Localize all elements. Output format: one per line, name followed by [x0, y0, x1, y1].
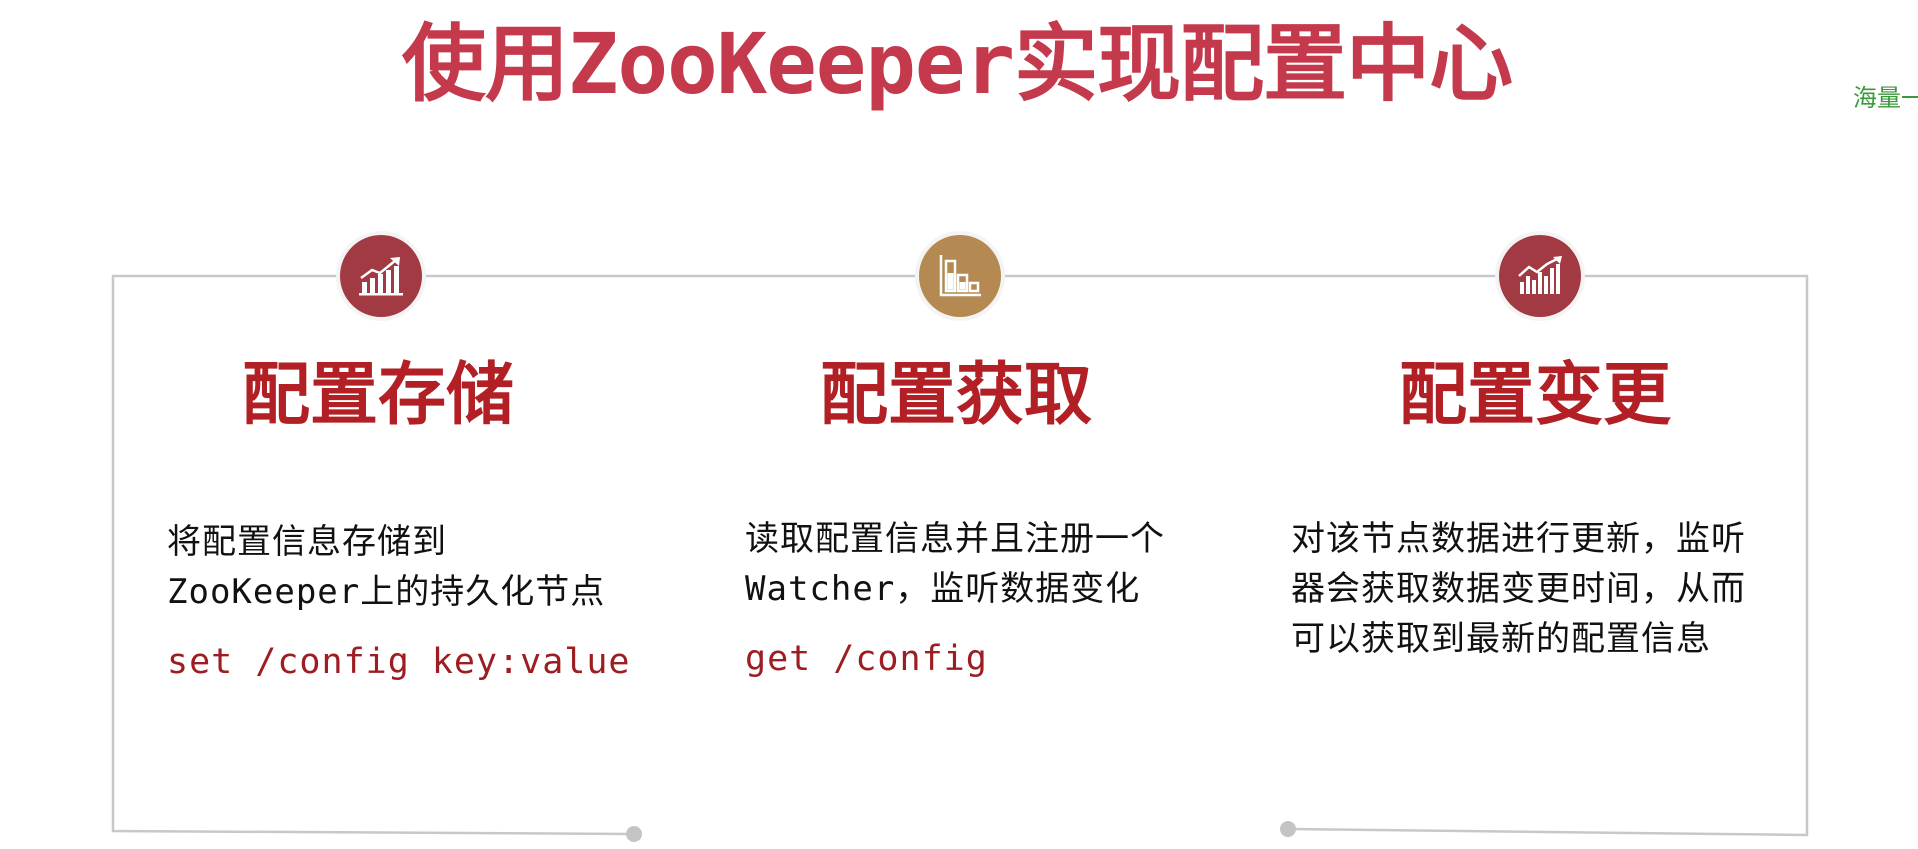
description-line: ZooKeeper上的持久化节点: [167, 572, 606, 612]
bar-chart-icon: [919, 235, 1001, 317]
column-description-storage: 将配置信息存储到 ZooKeeper上的持久化节点: [167, 517, 605, 617]
description-line: 将配置信息存储到: [167, 522, 447, 562]
column-title-storage: 配置存储: [242, 356, 515, 435]
growth-chart-icon: [1499, 235, 1581, 317]
command-storage: set /config key:value: [167, 642, 631, 682]
page-title: 使用ZooKeeper实现配置中心: [401, 15, 1513, 113]
column-title-fetch: 配置获取: [820, 356, 1093, 435]
column-description-fetch: 读取配置信息并且注册一个 Watcher，监听数据变化: [745, 514, 1165, 614]
description-line: 可以获取到最新的配置信息: [1291, 619, 1711, 659]
watermark-text: 海量一: [1853, 84, 1918, 112]
description-line: 读取配置信息并且注册一个: [745, 519, 1165, 559]
frame-dot-right: [1280, 821, 1296, 837]
description-line: 器会获取数据变更时间，从而: [1291, 569, 1746, 609]
frame-dot-left: [626, 826, 642, 842]
trending-up-chart-icon: [340, 235, 422, 317]
column-title-change: 配置变更: [1399, 356, 1672, 435]
command-fetch: get /config: [745, 639, 988, 679]
column-description-change: 对该节点数据进行更新，监听 器会获取数据变更时间，从而 可以获取到最新的配置信息: [1291, 514, 1746, 664]
description-line: Watcher，监听数据变化: [745, 569, 1141, 609]
description-line: 对该节点数据进行更新，监听: [1291, 519, 1746, 559]
